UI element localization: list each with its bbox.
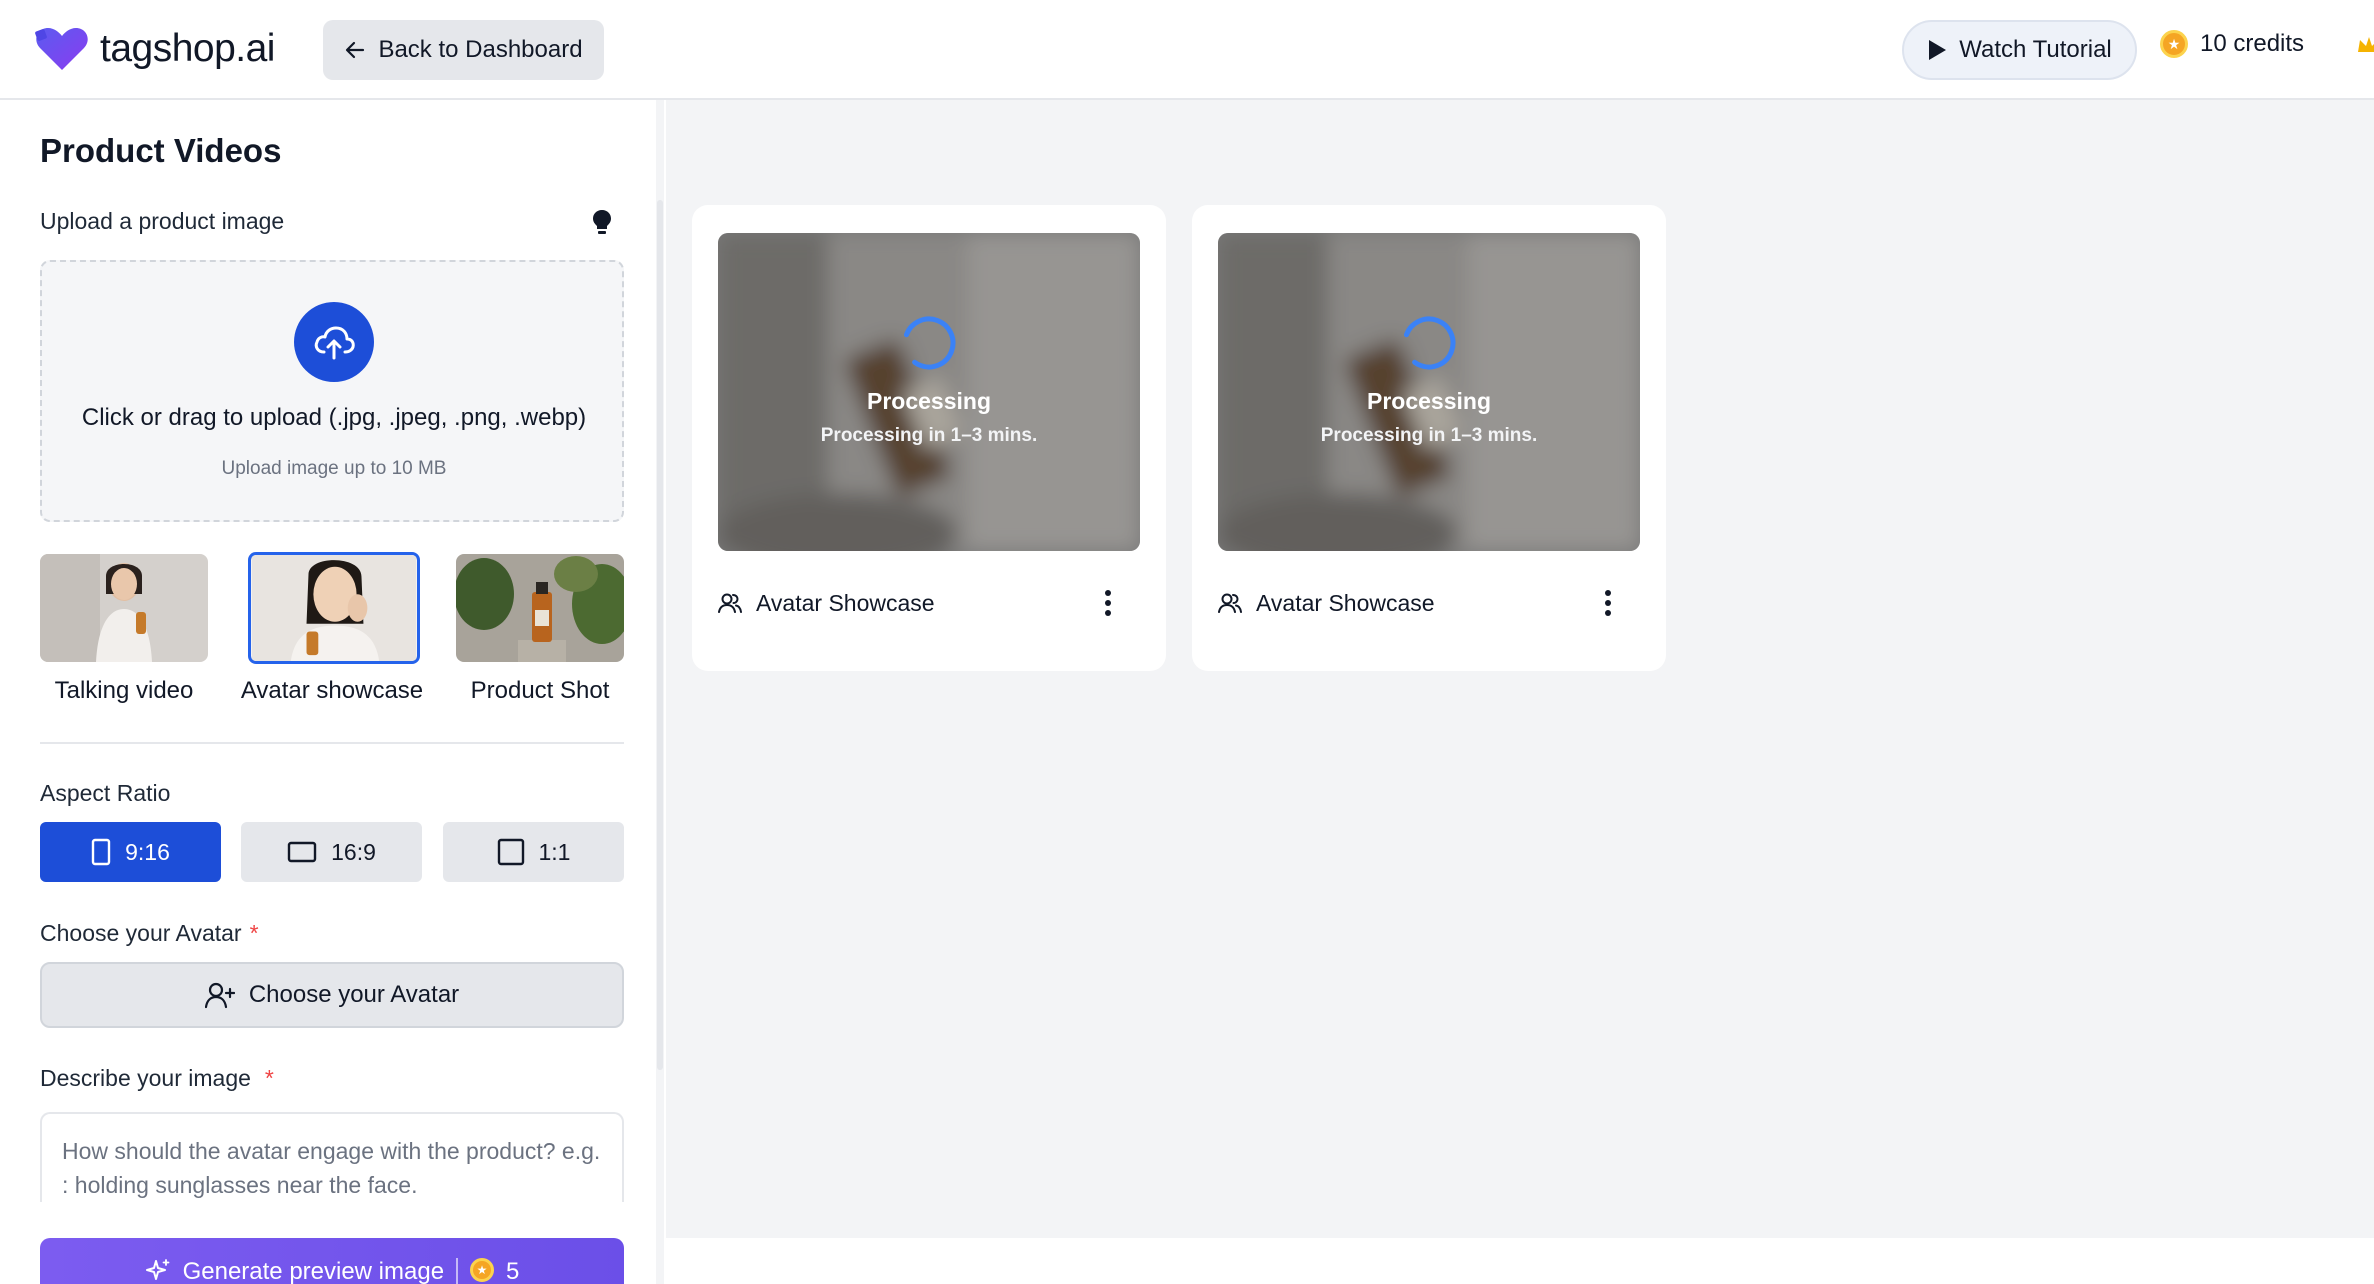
- credits-label: 10 credits: [2200, 30, 2305, 57]
- video-card[interactable]: Processing Processing in 1–3 mins. Avata…: [692, 205, 1166, 671]
- video-thumbnail[interactable]: Processing Processing in 1–3 mins.: [1218, 233, 1640, 551]
- choose-avatar-button-label: Choose your Avatar: [248, 981, 460, 1008]
- upload-button[interactable]: [294, 302, 374, 382]
- ratio-option-9-16[interactable]: 9:16: [40, 822, 221, 882]
- upload-label: Upload a product image: [40, 208, 285, 234]
- required-mark: *: [249, 920, 259, 946]
- watch-tutorial-label: Watch Tutorial: [1959, 36, 2112, 63]
- processing-eta: Processing in 1–3 mins.: [820, 425, 1038, 446]
- lightbulb-icon[interactable]: [592, 209, 612, 237]
- more-options-icon[interactable]: [1598, 585, 1618, 621]
- avatar-showcase-image: [251, 555, 417, 661]
- ratio-label-9-16: 9:16: [125, 838, 170, 865]
- describe-image-label: Describe your image *: [40, 1065, 274, 1092]
- style-thumbnail-product-shot[interactable]: [456, 554, 624, 662]
- card-footer: Avatar Showcase: [718, 583, 1140, 623]
- card-title: Avatar Showcase: [1256, 589, 1435, 616]
- play-icon: [1929, 40, 1947, 60]
- brand-logo[interactable]: tagshop.ai: [34, 26, 275, 72]
- image-upload-dropzone[interactable]: Click or drag to upload (.jpg, .jpeg, .p…: [40, 260, 624, 522]
- app-frame: tagshop.ai Back to Dashboard Watch Tutor…: [0, 0, 2374, 1284]
- processing-status: Processing: [867, 388, 991, 414]
- generate-cost: 5: [506, 1258, 520, 1284]
- landscape-frame-icon: [287, 841, 317, 863]
- sparkle-icon: [145, 1259, 169, 1280]
- video-card[interactable]: Processing Processing in 1–3 mins. Avata…: [1192, 205, 1666, 671]
- coin-icon: ★: [2160, 30, 2188, 58]
- ratio-option-16-9[interactable]: 16:9: [241, 822, 422, 882]
- style-thumbnail-avatar-showcase[interactable]: [248, 552, 420, 664]
- aspect-ratio-label: Aspect Ratio: [40, 780, 171, 806]
- square-frame-icon: [497, 838, 524, 866]
- ratio-label-16-9: 16:9: [331, 838, 376, 865]
- generate-preview-label: Generate preview image: [182, 1258, 445, 1284]
- arrow-left-icon: [346, 41, 365, 59]
- style-label-product-shot: Product Shot: [470, 677, 610, 704]
- card-title: Avatar Showcase: [756, 589, 935, 616]
- sidebar-scrollbar-thumb[interactable]: [657, 200, 663, 1070]
- crown-icon[interactable]: [2356, 34, 2374, 56]
- more-options-icon[interactable]: [1098, 585, 1118, 621]
- processing-eta: Processing in 1–3 mins.: [1320, 425, 1538, 446]
- choose-avatar-button[interactable]: Choose your Avatar: [40, 962, 624, 1028]
- watch-tutorial-button[interactable]: Watch Tutorial: [1902, 20, 2137, 80]
- portrait-frame-icon: [91, 838, 111, 866]
- heart-logo-icon: [35, 28, 88, 70]
- credits-display[interactable]: ★ 10 credits: [2160, 30, 2304, 58]
- style-label-talking-video: Talking video: [54, 677, 194, 704]
- video-thumbnail[interactable]: Processing Processing in 1–3 mins.: [718, 233, 1140, 551]
- button-separator: [456, 1258, 459, 1284]
- ratio-option-1-1[interactable]: 1:1: [443, 822, 624, 882]
- processing-status: Processing: [1367, 388, 1491, 414]
- describe-image-textarea[interactable]: How should the avatar engage with the pr…: [40, 1112, 624, 1202]
- choose-avatar-label-text: Choose your Avatar: [40, 920, 242, 946]
- brand-name: tagshop.ai: [100, 27, 275, 70]
- ratio-label-1-1: 1:1: [538, 838, 571, 865]
- describe-image-label-text: Describe your image: [40, 1065, 251, 1091]
- product-shot-image: [456, 554, 624, 662]
- upload-instructions: Click or drag to upload (.jpg, .jpeg, .p…: [81, 404, 587, 431]
- section-divider: [40, 742, 624, 744]
- back-button-label: Back to Dashboard: [378, 36, 583, 63]
- generate-preview-button[interactable]: Generate preview image ★ 5: [40, 1238, 624, 1284]
- users-icon: [718, 593, 742, 613]
- choose-avatar-label: Choose your Avatar *: [40, 920, 259, 947]
- users-icon: [1218, 593, 1242, 613]
- style-thumbnail-talking-video[interactable]: [40, 554, 208, 662]
- card-footer: Avatar Showcase: [1218, 583, 1640, 623]
- coin-icon: ★: [470, 1258, 495, 1282]
- user-plus-icon: [204, 982, 235, 1009]
- required-mark: *: [264, 1065, 274, 1091]
- results-footer-strip: [666, 1238, 2374, 1284]
- top-header: tagshop.ai Back to Dashboard Watch Tutor…: [0, 0, 2374, 100]
- loading-spinner-icon: [1402, 316, 1456, 370]
- talking-video-image: [40, 554, 208, 662]
- back-to-dashboard-button[interactable]: Back to Dashboard: [323, 20, 604, 80]
- upload-size-limit: Upload image up to 10 MB: [221, 458, 447, 479]
- style-label-avatar-showcase: Avatar showcase: [240, 677, 424, 704]
- loading-spinner-icon: [902, 316, 956, 370]
- page-title: Product Videos: [40, 132, 282, 169]
- cloud-upload-icon: [314, 326, 355, 360]
